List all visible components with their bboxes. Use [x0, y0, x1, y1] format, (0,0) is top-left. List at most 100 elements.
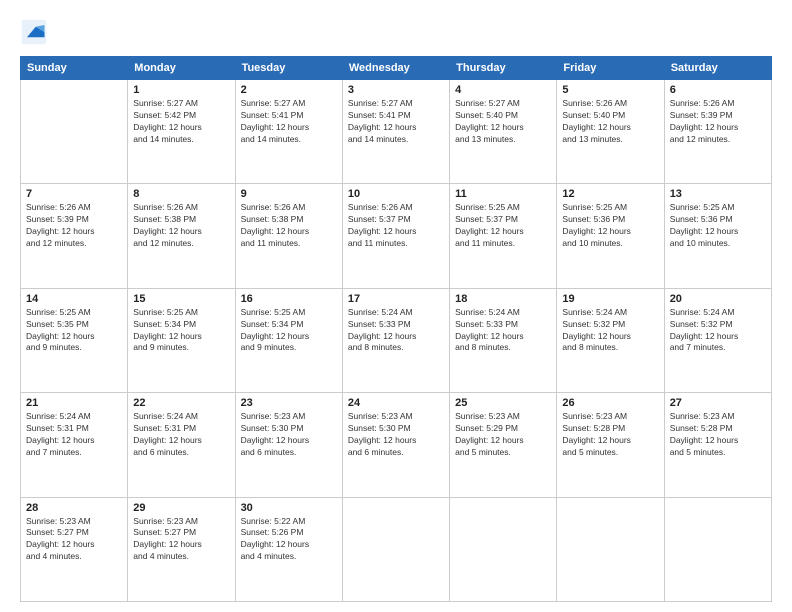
day-info: Sunrise: 5:23 AM Sunset: 5:27 PM Dayligh…: [133, 516, 229, 564]
day-number: 28: [26, 502, 122, 514]
header: [20, 18, 772, 46]
calendar-cell: 16 Sunrise: 5:25 AM Sunset: 5:34 PM Dayli…: [235, 288, 342, 392]
day-info: Sunrise: 5:27 AM Sunset: 5:41 PM Dayligh…: [348, 98, 444, 146]
day-info: Sunrise: 5:24 AM Sunset: 5:31 PM Dayligh…: [26, 411, 122, 459]
calendar-cell: [21, 80, 128, 184]
day-number: 27: [670, 397, 766, 409]
day-number: 9: [241, 188, 337, 200]
day-number: 29: [133, 502, 229, 514]
calendar-cell: 26 Sunrise: 5:23 AM Sunset: 5:28 PM Dayli…: [557, 393, 664, 497]
day-number: 13: [670, 188, 766, 200]
day-info: Sunrise: 5:25 AM Sunset: 5:35 PM Dayligh…: [26, 307, 122, 355]
day-number: 8: [133, 188, 229, 200]
calendar-cell: 5Sunrise: 5:26 AM Sunset: 5:40 PM Daylig…: [557, 80, 664, 184]
day-number: 22: [133, 397, 229, 409]
calendar-cell: [450, 497, 557, 601]
calendar-cell: 25 Sunrise: 5:23 AM Sunset: 5:29 PM Dayli…: [450, 393, 557, 497]
day-header-friday: Friday: [557, 57, 664, 80]
calendar-cell: 6 Sunrise: 5:26 AM Sunset: 5:39 PM Daylig…: [664, 80, 771, 184]
day-header-monday: Monday: [128, 57, 235, 80]
day-number: 3: [348, 84, 444, 96]
calendar-cell: 2 Sunrise: 5:27 AM Sunset: 5:41 PM Daylig…: [235, 80, 342, 184]
calendar-cell: 9Sunrise: 5:26 AM Sunset: 5:38 PM Daylig…: [235, 184, 342, 288]
calendar-cell: 18 Sunrise: 5:24 AM Sunset: 5:33 PM Dayli…: [450, 288, 557, 392]
calendar-cell: 13 Sunrise: 5:25 AM Sunset: 5:36 PM Dayli…: [664, 184, 771, 288]
day-number: 19: [562, 293, 658, 305]
day-info: Sunrise: 5:26 AM Sunset: 5:39 PM Dayligh…: [670, 98, 766, 146]
day-header-saturday: Saturday: [664, 57, 771, 80]
day-info: Sunrise: 5:24 AM Sunset: 5:32 PM Dayligh…: [562, 307, 658, 355]
day-info: Sunrise: 5:24 AM Sunset: 5:33 PM Dayligh…: [455, 307, 551, 355]
day-info: Sunrise: 5:25 AM Sunset: 5:34 PM Dayligh…: [133, 307, 229, 355]
day-number: 7: [26, 188, 122, 200]
calendar-cell: [557, 497, 664, 601]
calendar-cell: 19 Sunrise: 5:24 AM Sunset: 5:32 PM Dayli…: [557, 288, 664, 392]
week-row-2: 7 Sunrise: 5:26 AM Sunset: 5:39 PM Daylig…: [21, 184, 772, 288]
day-info: Sunrise: 5:23 AM Sunset: 5:30 PM Dayligh…: [241, 411, 337, 459]
day-number: 15: [133, 293, 229, 305]
day-info: Sunrise: 5:23 AM Sunset: 5:27 PM Dayligh…: [26, 516, 122, 564]
day-info: Sunrise: 5:26 AM Sunset: 5:37 PM Dayligh…: [348, 202, 444, 250]
day-number: 1: [133, 84, 229, 96]
week-row-5: 28 Sunrise: 5:23 AM Sunset: 5:27 PM Dayli…: [21, 497, 772, 601]
day-number: 6: [670, 84, 766, 96]
calendar-cell: 8 Sunrise: 5:26 AM Sunset: 5:38 PM Daylig…: [128, 184, 235, 288]
calendar-cell: 30 Sunrise: 5:22 AM Sunset: 5:26 PM Dayli…: [235, 497, 342, 601]
day-info: Sunrise: 5:27 AM Sunset: 5:40 PM Dayligh…: [455, 98, 551, 146]
calendar-cell: 10 Sunrise: 5:26 AM Sunset: 5:37 PM Dayli…: [342, 184, 449, 288]
week-row-1: 1Sunrise: 5:27 AM Sunset: 5:42 PM Daylig…: [21, 80, 772, 184]
calendar-cell: 29 Sunrise: 5:23 AM Sunset: 5:27 PM Dayli…: [128, 497, 235, 601]
day-number: 10: [348, 188, 444, 200]
calendar-cell: 28 Sunrise: 5:23 AM Sunset: 5:27 PM Dayli…: [21, 497, 128, 601]
day-info: Sunrise: 5:23 AM Sunset: 5:30 PM Dayligh…: [348, 411, 444, 459]
calendar-cell: 3 Sunrise: 5:27 AM Sunset: 5:41 PM Daylig…: [342, 80, 449, 184]
day-number: 25: [455, 397, 551, 409]
day-info: Sunrise: 5:27 AM Sunset: 5:41 PM Dayligh…: [241, 98, 337, 146]
day-number: 23: [241, 397, 337, 409]
day-number: 5: [562, 84, 658, 96]
day-info: Sunrise: 5:26 AM Sunset: 5:39 PM Dayligh…: [26, 202, 122, 250]
day-number: 18: [455, 293, 551, 305]
day-header-sunday: Sunday: [21, 57, 128, 80]
day-info: Sunrise: 5:25 AM Sunset: 5:36 PM Dayligh…: [670, 202, 766, 250]
day-info: Sunrise: 5:23 AM Sunset: 5:29 PM Dayligh…: [455, 411, 551, 459]
day-number: 12: [562, 188, 658, 200]
day-number: 30: [241, 502, 337, 514]
day-header-wednesday: Wednesday: [342, 57, 449, 80]
day-number: 2: [241, 84, 337, 96]
day-info: Sunrise: 5:24 AM Sunset: 5:32 PM Dayligh…: [670, 307, 766, 355]
day-number: 26: [562, 397, 658, 409]
day-info: Sunrise: 5:24 AM Sunset: 5:31 PM Dayligh…: [133, 411, 229, 459]
calendar-cell: 20Sunrise: 5:24 AM Sunset: 5:32 PM Dayli…: [664, 288, 771, 392]
day-number: 24: [348, 397, 444, 409]
calendar-cell: 24 Sunrise: 5:23 AM Sunset: 5:30 PM Dayli…: [342, 393, 449, 497]
calendar-cell: 4 Sunrise: 5:27 AM Sunset: 5:40 PM Daylig…: [450, 80, 557, 184]
day-number: 21: [26, 397, 122, 409]
calendar-cell: 7 Sunrise: 5:26 AM Sunset: 5:39 PM Daylig…: [21, 184, 128, 288]
calendar-cell: 17 Sunrise: 5:24 AM Sunset: 5:33 PM Dayli…: [342, 288, 449, 392]
calendar-cell: 27 Sunrise: 5:23 AM Sunset: 5:28 PM Dayli…: [664, 393, 771, 497]
calendar-table: SundayMondayTuesdayWednesdayThursdayFrid…: [20, 56, 772, 602]
day-number: 17: [348, 293, 444, 305]
day-info: Sunrise: 5:25 AM Sunset: 5:36 PM Dayligh…: [562, 202, 658, 250]
day-info: Sunrise: 5:25 AM Sunset: 5:37 PM Dayligh…: [455, 202, 551, 250]
day-info: Sunrise: 5:25 AM Sunset: 5:34 PM Dayligh…: [241, 307, 337, 355]
calendar-header-row: SundayMondayTuesdayWednesdayThursdayFrid…: [21, 57, 772, 80]
calendar-cell: 12 Sunrise: 5:25 AM Sunset: 5:36 PM Dayli…: [557, 184, 664, 288]
day-number: 4: [455, 84, 551, 96]
day-info: Sunrise: 5:26 AM Sunset: 5:38 PM Dayligh…: [133, 202, 229, 250]
calendar-cell: [342, 497, 449, 601]
calendar-cell: 23 Sunrise: 5:23 AM Sunset: 5:30 PM Dayli…: [235, 393, 342, 497]
day-info: Sunrise: 5:23 AM Sunset: 5:28 PM Dayligh…: [670, 411, 766, 459]
calendar-cell: 21 Sunrise: 5:24 AM Sunset: 5:31 PM Dayli…: [21, 393, 128, 497]
day-info: Sunrise: 5:24 AM Sunset: 5:33 PM Dayligh…: [348, 307, 444, 355]
day-info: Sunrise: 5:22 AM Sunset: 5:26 PM Dayligh…: [241, 516, 337, 564]
logo: [20, 18, 52, 46]
week-row-3: 14 Sunrise: 5:25 AM Sunset: 5:35 PM Dayli…: [21, 288, 772, 392]
day-number: 11: [455, 188, 551, 200]
day-number: 14: [26, 293, 122, 305]
calendar-cell: 1Sunrise: 5:27 AM Sunset: 5:42 PM Daylig…: [128, 80, 235, 184]
calendar-cell: 14 Sunrise: 5:25 AM Sunset: 5:35 PM Dayli…: [21, 288, 128, 392]
day-number: 16: [241, 293, 337, 305]
day-info: Sunrise: 5:23 AM Sunset: 5:28 PM Dayligh…: [562, 411, 658, 459]
